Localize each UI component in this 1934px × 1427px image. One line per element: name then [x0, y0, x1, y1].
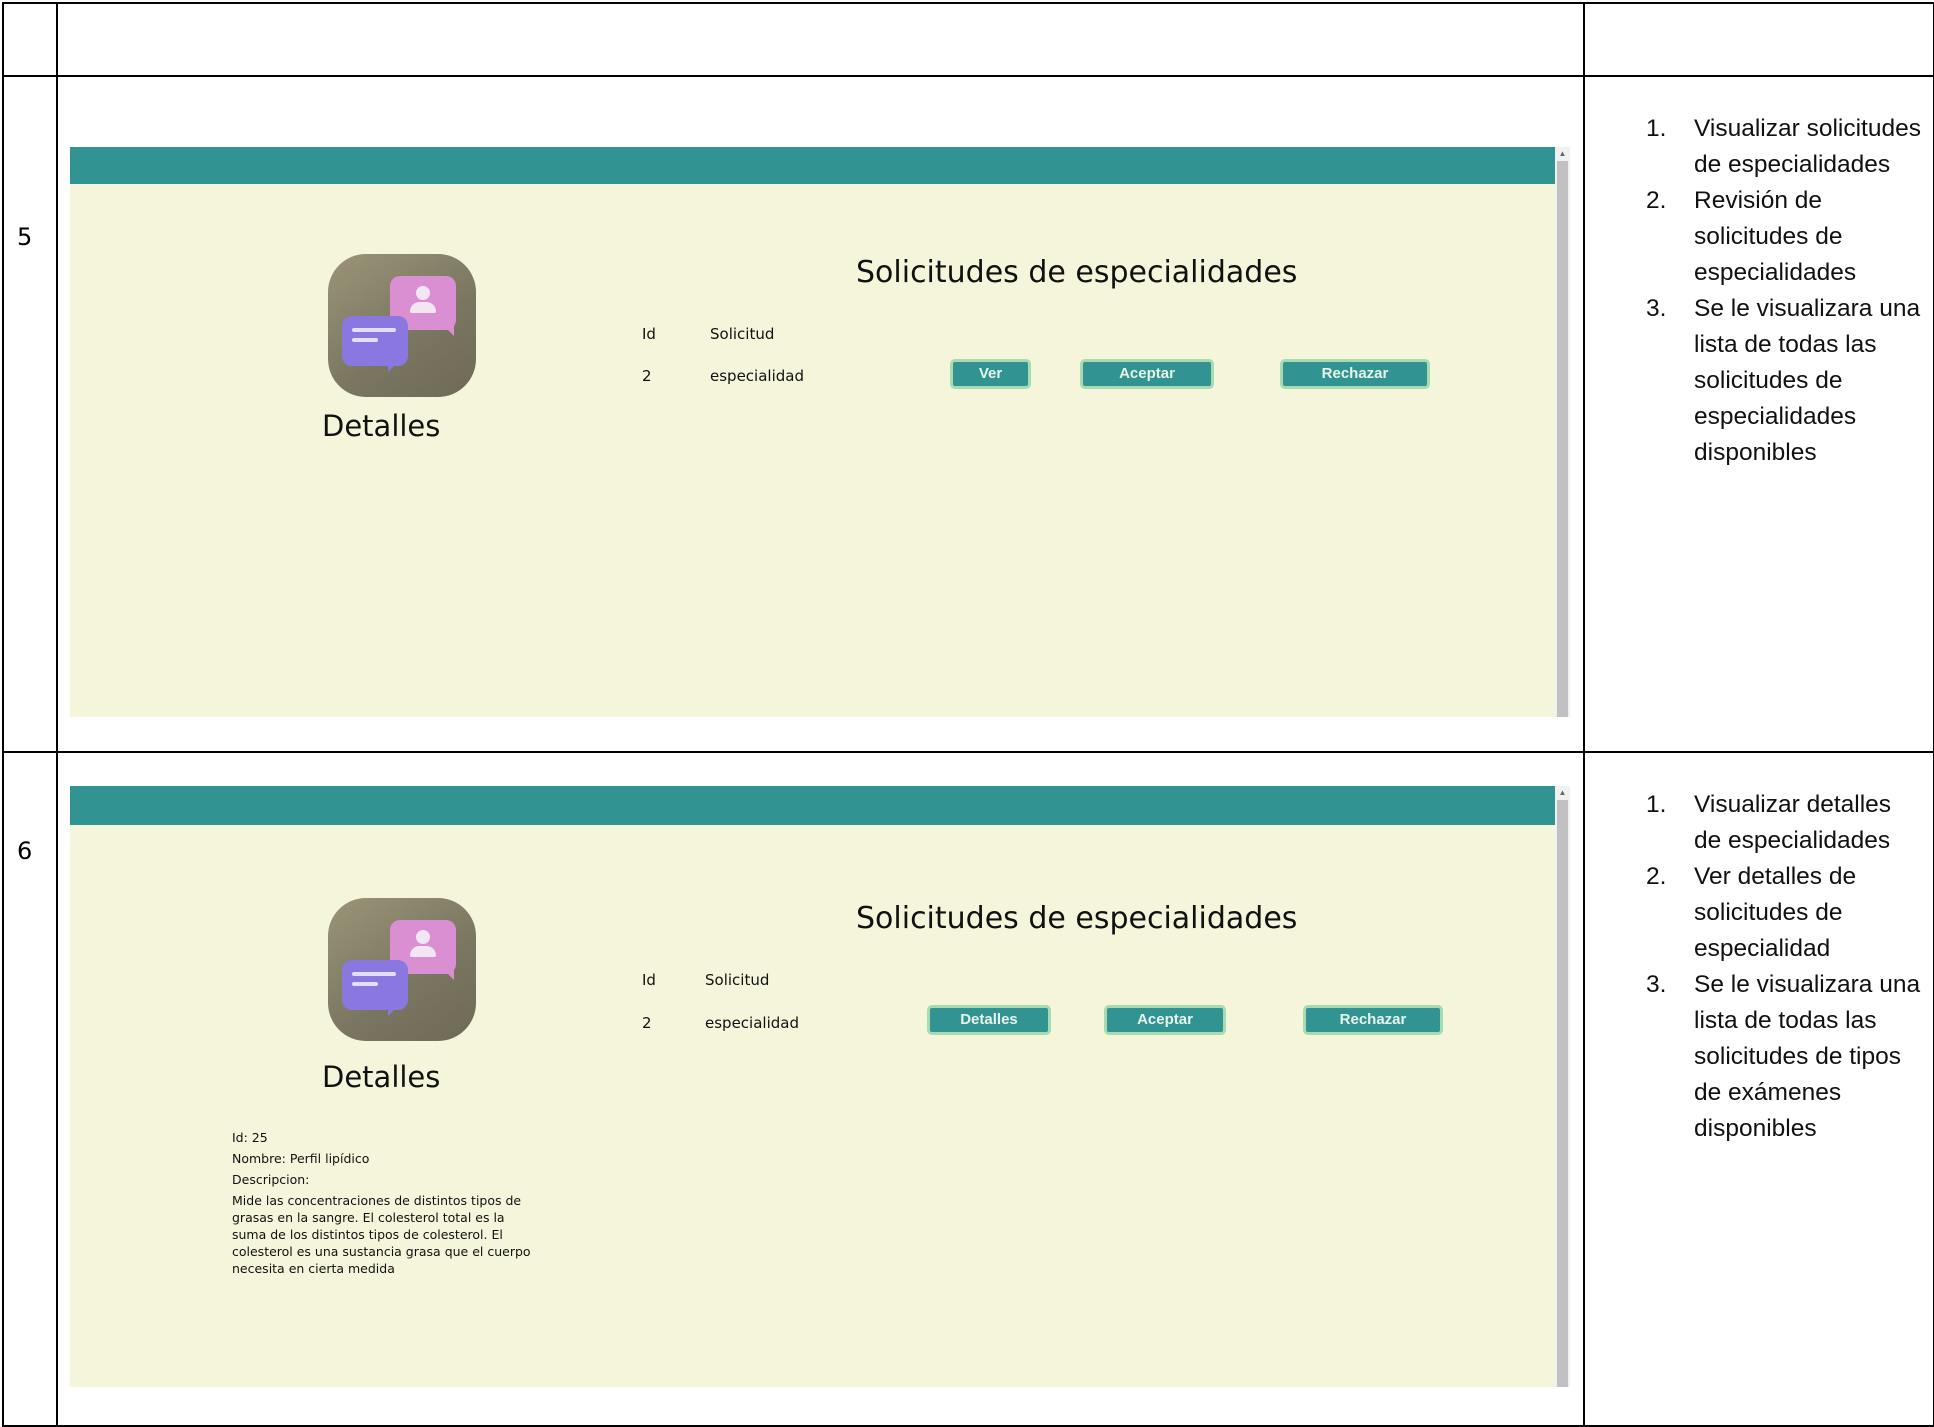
steps-list: 1. Visualizar solicitudes de especialidad… — [1585, 111, 1933, 471]
chat-bubbles-icon — [328, 898, 476, 1041]
page-title: Solicitudes de especialidades — [856, 901, 1298, 936]
column-header-id: Id — [642, 325, 656, 343]
table-row-header — [2, 2, 1934, 77]
scroll-up-icon[interactable]: ▲ — [1555, 788, 1570, 797]
detail-id: Id: 25 — [232, 1130, 268, 1145]
screenshot-cell: ▲ Detalles Solicitudes de especialidades… — [56, 751, 1585, 1427]
column-header-solicitud: Solicitud — [710, 325, 775, 343]
empty-cell — [2, 2, 58, 77]
detalles-button[interactable]: Detalles — [927, 1005, 1051, 1035]
aceptar-button[interactable]: Aceptar — [1104, 1005, 1226, 1035]
row-number: 5 — [17, 223, 33, 251]
cell-id: 2 — [642, 367, 652, 385]
scrollbar[interactable]: ▲ — [1555, 147, 1570, 717]
app-screenshot: ▲ Detalles Solicitudes de especialidades… — [70, 786, 1570, 1387]
list-item: 3. Se le visualizara una lista de todas l… — [1646, 971, 1921, 1142]
empty-cell — [56, 2, 1585, 77]
aceptar-button[interactable]: Aceptar — [1080, 359, 1214, 389]
detail-nombre: Nombre: Perfil lipídico — [232, 1151, 370, 1166]
sidebar-title: Detalles — [322, 1060, 441, 1094]
scroll-up-icon[interactable]: ▲ — [1555, 149, 1570, 158]
list-item: 1. Visualizar solicitudes de especialidad… — [1646, 115, 1921, 178]
screenshot-cell: ▲ Detalles Solicitudes de especialidades… — [56, 75, 1585, 753]
cell-id: 2 — [642, 1014, 652, 1032]
row-number: 6 — [17, 837, 33, 865]
column-header-solicitud: Solicitud — [705, 971, 770, 989]
scroll-thumb[interactable] — [1557, 800, 1568, 1387]
table-row-6: 6 ▲ Detalles Solicitudes de especialidad… — [2, 751, 1934, 1427]
scrollbar[interactable]: ▲ — [1555, 786, 1570, 1387]
rechazar-button[interactable]: Rechazar — [1280, 359, 1430, 389]
empty-cell — [1583, 2, 1934, 77]
scroll-thumb[interactable] — [1557, 161, 1568, 717]
list-item: 3. Se le visualizara una lista de todas l… — [1646, 295, 1921, 466]
cell-solicitud: especialidad — [705, 1014, 799, 1032]
detail-descripcion: Mide las concentraciones de distintos ti… — [232, 1193, 531, 1276]
list-item: 2. Revisión de solicitudes de especialida… — [1646, 187, 1857, 286]
row-number-cell: 5 — [2, 75, 58, 753]
app-header-bar — [70, 147, 1555, 184]
column-header-id: Id — [642, 971, 656, 989]
document-table: 5 ▲ Detalles Solicitudes de especialidad… — [2, 2, 1934, 1427]
row-number-cell: 6 — [2, 751, 58, 1427]
steps-list: 1. Visualizar detalles de especialidades … — [1585, 787, 1933, 1147]
page-title: Solicitudes de especialidades — [856, 255, 1298, 290]
rechazar-button[interactable]: Rechazar — [1303, 1005, 1443, 1035]
app-screenshot: ▲ Detalles Solicitudes de especialidades… — [70, 147, 1570, 717]
cell-solicitud: especialidad — [710, 367, 804, 385]
steps-cell: 1. Visualizar solicitudes de especialidad… — [1583, 75, 1934, 753]
detail-descripcion-label: Descripcion: — [232, 1172, 310, 1187]
ver-button[interactable]: Ver — [950, 359, 1031, 389]
list-item: 2. Ver detalles de solicitudes de especia… — [1646, 863, 1857, 962]
list-item: 1. Visualizar detalles de especialidades — [1646, 791, 1892, 854]
app-header-bar — [70, 786, 1555, 825]
steps-cell: 1. Visualizar detalles de especialidades … — [1583, 751, 1934, 1427]
sidebar-title: Detalles — [322, 409, 441, 443]
chat-bubbles-icon — [328, 254, 476, 397]
table-row-5: 5 ▲ Detalles Solicitudes de especialidad… — [2, 75, 1934, 753]
